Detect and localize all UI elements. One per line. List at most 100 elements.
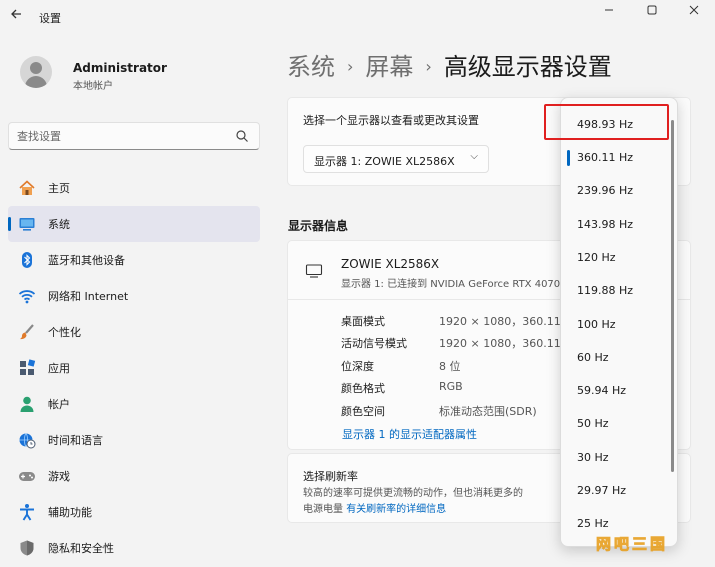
home-icon <box>19 180 35 195</box>
refresh-rate-option[interactable]: 60 Hz <box>561 342 677 375</box>
sidebar-item-bluetooth[interactable]: 蓝牙和其他设备 <box>8 242 260 278</box>
breadcrumb-display[interactable]: 屏幕 <box>365 53 413 81</box>
sidebar-item-gaming[interactable]: 游戏 <box>8 458 260 494</box>
refresh-rate-option[interactable]: 100 Hz <box>561 309 677 342</box>
display-dropdown-value: 显示器 1: ZOWIE XL2586X <box>314 155 455 168</box>
refresh-rate-info-link[interactable]: 有关刷新率的详细信息 <box>346 504 446 515</box>
refresh-rate-option-label: 239.96 Hz <box>577 184 634 197</box>
sidebar-item-label: 隐私和安全性 <box>48 542 114 555</box>
refresh-rate-option-selected[interactable]: 360.11 Hz <box>561 142 677 175</box>
sidebar-item-privacy[interactable]: 隐私和安全性 <box>8 530 260 566</box>
refresh-rate-option[interactable]: 50 Hz <box>561 408 677 441</box>
breadcrumb-separator: › <box>425 57 432 76</box>
maximize-button[interactable] <box>641 2 663 20</box>
minimize-button[interactable] <box>598 2 620 20</box>
highlight-annotation-box <box>544 104 669 140</box>
prop-label-desktop-mode: 桌面模式 <box>341 315 385 328</box>
app-title: 设置 <box>39 12 61 25</box>
sidebar-item-label: 时间和语言 <box>48 434 103 447</box>
refresh-rate-desc-line2: 电源电量 <box>303 504 343 515</box>
title-bar: 设置 <box>0 0 715 34</box>
adapter-properties-link[interactable]: 显示器 1 的显示适配器属性 <box>342 426 477 442</box>
breadcrumb-system[interactable]: 系统 <box>287 53 335 81</box>
refresh-rate-option-label: 25 Hz <box>577 517 609 530</box>
refresh-rate-option-label: 29.97 Hz <box>577 484 627 497</box>
accessibility-icon <box>20 504 34 521</box>
refresh-rate-option[interactable]: 29.97 Hz <box>561 475 677 508</box>
search-box[interactable] <box>8 122 260 150</box>
prop-value-color-space: 标准动态范围(SDR) <box>439 405 537 418</box>
sidebar-item-label: 主页 <box>48 182 70 195</box>
back-arrow-icon <box>11 9 21 19</box>
refresh-rate-option-label: 50 Hz <box>577 417 609 430</box>
sidebar-item-label: 游戏 <box>48 470 70 483</box>
prop-label-color-space: 颜色空间 <box>341 405 385 418</box>
prop-value-active-signal: 1920 × 1080，360.11 Hz <box>439 337 579 350</box>
display-info-heading: 显示器信息 <box>288 219 349 233</box>
refresh-rate-option[interactable]: 120 Hz <box>561 242 677 275</box>
refresh-rate-description: 较高的速率可提供更流畅的动作，但也消耗更多的 电源电量 有关刷新率的详细信息 <box>303 486 563 518</box>
prop-label-bit-depth: 位深度 <box>341 360 374 373</box>
refresh-rate-option[interactable]: 239.96 Hz <box>561 175 677 208</box>
sidebar-item-label: 应用 <box>48 362 70 375</box>
prop-value-color-format: RGB <box>439 380 463 393</box>
search-input[interactable] <box>17 127 227 145</box>
refresh-rate-dropdown-list[interactable]: 498.93 Hz 360.11 Hz 239.96 Hz 143.98 Hz … <box>560 97 678 547</box>
sidebar-item-apps[interactable]: 应用 <box>8 350 260 386</box>
display-dropdown[interactable]: 显示器 1: ZOWIE XL2586X ⌵ <box>303 145 489 173</box>
close-icon <box>689 5 699 15</box>
sidebar-item-network[interactable]: 网络和 Internet <box>8 278 260 314</box>
person-icon <box>20 396 34 412</box>
monitor-name: ZOWIE XL2586X <box>341 257 440 271</box>
back-button[interactable] <box>8 8 24 24</box>
sidebar-item-home[interactable]: 主页 <box>8 170 260 206</box>
refresh-rate-option-label: 100 Hz <box>577 318 616 331</box>
sidebar-item-accessibility[interactable]: 辅助功能 <box>8 494 260 530</box>
sidebar-item-label: 个性化 <box>48 326 81 339</box>
refresh-rate-option-label: 143.98 Hz <box>577 218 634 231</box>
system-icon <box>19 218 35 231</box>
chevron-down-icon: ⌵ <box>470 151 478 162</box>
refresh-rate-option-label: 120 Hz <box>577 251 616 264</box>
globe-clock-icon <box>19 433 36 449</box>
watermark: 网吧三国 <box>596 535 669 554</box>
refresh-rate-option-label: 119.88 Hz <box>577 284 634 297</box>
breadcrumb: 系统 › 屏幕 › 高级显示器设置 <box>287 47 612 82</box>
sidebar-item-time-language[interactable]: 时间和语言 <box>8 422 260 458</box>
shield-icon <box>20 540 34 556</box>
refresh-rate-option[interactable]: 119.88 Hz <box>561 275 677 308</box>
refresh-rate-title: 选择刷新率 <box>303 470 358 483</box>
prop-value-bit-depth: 8 位 <box>439 360 461 373</box>
monitor-connection: 显示器 1: 已连接到 NVIDIA GeForce RTX 4070 <box>341 279 561 290</box>
search-icon[interactable] <box>235 129 249 143</box>
sidebar-item-personalization[interactable]: 个性化 <box>8 314 260 350</box>
refresh-rate-option[interactable]: 59.94 Hz <box>561 375 677 408</box>
sidebar-item-label: 系统 <box>48 218 70 231</box>
wifi-icon <box>18 290 36 304</box>
sidebar-item-accounts[interactable]: 帐户 <box>8 386 260 422</box>
refresh-rate-option[interactable]: 30 Hz <box>561 442 677 475</box>
refresh-rate-option-label: 360.11 Hz <box>577 151 634 164</box>
refresh-rate-desc-line1: 较高的速率可提供更流畅的动作，但也消耗更多的 <box>303 488 523 499</box>
account-name: Administrator <box>73 61 167 75</box>
refresh-rate-option-label: 59.94 Hz <box>577 384 627 397</box>
breadcrumb-separator: › <box>347 57 354 76</box>
sidebar-item-label: 网络和 Internet <box>48 290 129 303</box>
sidebar-nav: 主页 系统 蓝牙和其他设备 网络和 Internet 个性化 应用 帐户 时间和… <box>8 170 260 566</box>
refresh-rate-option[interactable]: 143.98 Hz <box>561 209 677 242</box>
display-select-label: 选择一个显示器以查看或更改其设置 <box>303 114 479 127</box>
prop-label-active-signal: 活动信号模式 <box>341 337 407 350</box>
monitor-icon <box>305 264 323 278</box>
brush-icon <box>20 324 34 340</box>
dropdown-scrollbar[interactable] <box>671 120 674 472</box>
prop-label-color-format: 颜色格式 <box>341 382 385 395</box>
sidebar-item-system[interactable]: 系统 <box>8 206 260 242</box>
sidebar-item-label: 帐户 <box>48 398 70 411</box>
apps-icon <box>20 359 36 375</box>
prop-value-desktop-mode: 1920 × 1080，360.11 Hz <box>439 315 579 328</box>
refresh-rate-option-label: 30 Hz <box>577 451 609 464</box>
minimize-icon <box>605 9 613 11</box>
avatar[interactable] <box>20 56 52 88</box>
close-button[interactable] <box>683 2 705 20</box>
account-type: 本地帐户 <box>73 81 113 92</box>
